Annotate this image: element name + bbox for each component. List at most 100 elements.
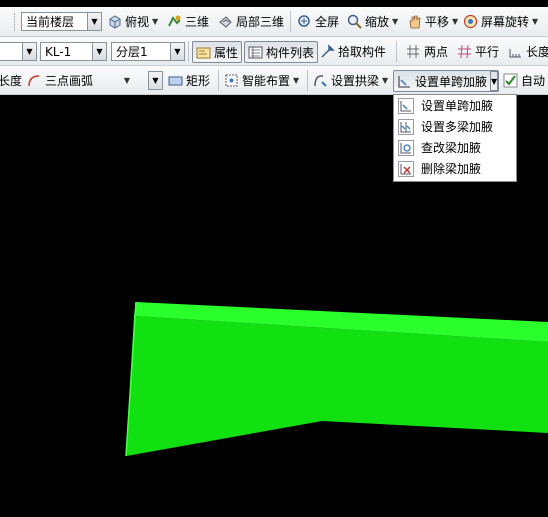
floor-combo[interactable]: 当前楼层 ▼ [21, 12, 102, 31]
pick-member-button[interactable]: 拾取构件 [320, 37, 386, 65]
draw-toolbar: 长度 三点画弧 ▼ ▼ 矩形 智能布置 ▼ 设置拱梁 ▼ 设置单跨加腋 ▼ 自动 [0, 66, 548, 95]
chevron-down-icon[interactable]: ▼ [87, 13, 101, 30]
parallel-button[interactable]: 平行 [457, 37, 500, 65]
member-list-label: 构件列表 [266, 45, 315, 60]
rectangle-icon [168, 73, 183, 88]
pan-label: 平移 [425, 15, 450, 29]
view-toolbar: 当前楼层 ▼ 俯视 ▼ 三维 局部三维 全屏 缩放 ▼ 平移 ▼ 屏幕旋转 ▼ [0, 7, 548, 37]
partial-3d-button[interactable]: 局部三维 [218, 7, 284, 36]
chevron-down-icon[interactable]: ▼ [490, 71, 499, 91]
parallel-icon [457, 44, 472, 59]
full-screen-label: 全屏 [315, 15, 340, 29]
cube-icon [107, 14, 122, 29]
magnifier-icon [347, 14, 362, 29]
properties-button[interactable]: 属性 [192, 41, 243, 63]
layer-combo-value: 分层1 [116, 45, 148, 59]
three-d-button[interactable]: 三维 [167, 7, 209, 36]
smart-layout-label: 智能布置 [242, 74, 291, 88]
screen-rotate-button[interactable]: 屏幕旋转 ▼ [463, 7, 538, 36]
toolbar-separator [218, 70, 219, 91]
menu-item-edit-beam-haunch[interactable]: 查改梁加腋 [394, 137, 516, 158]
member-list-button[interactable]: 构件列表 [244, 41, 319, 63]
full-screen-button[interactable]: 全屏 [297, 7, 339, 36]
beam-top [134, 302, 548, 342]
rectangle-label: 矩形 [186, 74, 211, 88]
pick-icon [320, 44, 335, 59]
toolbar-separator [396, 41, 397, 62]
top-view-button[interactable]: 俯视 ▼ [107, 7, 158, 36]
draw-mode-value: 三点画弧 [45, 74, 94, 88]
pan-button[interactable]: 平移 ▼ [407, 7, 458, 36]
chevron-down-icon: ▼ [452, 17, 459, 26]
chevron-down-icon: ▼ [532, 17, 539, 26]
length-icon [508, 44, 523, 59]
menu-item-label: 设置单跨加腋 [421, 99, 494, 113]
chevron-down-icon: ▼ [123, 76, 130, 85]
toolbar-separator [290, 11, 291, 32]
chevron-down-icon: ▼ [152, 17, 159, 26]
member-combo-value: KL-1 [45, 44, 72, 59]
chevron-down-icon: ▼ [293, 76, 300, 85]
partial-3d-icon [218, 14, 233, 29]
screen-rotate-label: 屏幕旋转 [481, 15, 530, 29]
zoom-button[interactable]: 缩放 ▼ [347, 7, 398, 36]
draw-mode-combo[interactable]: 三点画弧 ▼ ▼ [26, 71, 163, 90]
properties-label: 属性 [214, 45, 239, 60]
length-label: 长度 [526, 45, 548, 59]
delete-haunch-icon [398, 160, 414, 177]
list-icon [248, 45, 263, 60]
arch-beam-icon [313, 73, 328, 88]
toolbar-separator [188, 41, 189, 62]
chevron-down-icon: ▼ [392, 17, 399, 26]
top-view-label: 俯视 [125, 15, 150, 29]
auto-button[interactable]: 自动 [503, 66, 546, 94]
set-haunch-label: 设置单跨加腋 [415, 74, 488, 89]
floor-combo-value: 当前楼层 [26, 15, 75, 29]
set-haunch-button[interactable]: 设置单跨加腋 ▼ [393, 70, 500, 92]
layer-combo[interactable]: 分层1 ▼ [111, 42, 185, 61]
length-button[interactable]: 长度 [508, 37, 548, 65]
three-d-label: 三维 [185, 15, 210, 29]
menu-item-delete-beam-haunch[interactable]: 删除梁加腋 [394, 158, 516, 179]
properties-icon [196, 45, 211, 60]
chevron-down-icon[interactable]: ▼ [22, 43, 36, 60]
menu-item-set-multi-beam-haunch[interactable]: 设置多梁加腋 [394, 116, 516, 137]
check-icon [503, 73, 518, 88]
menu-item-label: 设置多梁加腋 [421, 120, 494, 134]
member-combo[interactable]: KL-1 ▼ [40, 42, 107, 61]
parallel-label: 平行 [475, 45, 500, 59]
set-arch-beam-button[interactable]: 设置拱梁 ▼ [313, 66, 389, 94]
edit-haunch-icon [398, 139, 414, 156]
chevron-down-icon[interactable]: ▼ [148, 71, 163, 90]
rotate-icon [463, 14, 478, 29]
smart-layout-button[interactable]: 智能布置 ▼ [224, 66, 300, 94]
haunch-icon [397, 74, 412, 89]
haunch-dropdown-menu: 设置单跨加腋 设置多梁加腋 查改梁加腋 删除梁加腋 [393, 94, 517, 182]
beam-edge [125, 301, 137, 457]
chevron-down-icon[interactable]: ▼ [92, 43, 106, 60]
two-points-icon [406, 44, 421, 59]
arc-icon [26, 73, 41, 88]
length-text: 长度 [0, 66, 23, 94]
menu-item-label: 查改梁加腋 [421, 141, 482, 155]
single-haunch-icon [398, 97, 414, 114]
menu-item-set-single-span-haunch[interactable]: 设置单跨加腋 [394, 95, 516, 116]
two-points-label: 两点 [424, 45, 449, 59]
chevron-down-icon: ▼ [382, 76, 389, 85]
length-text-label: 长度 [0, 74, 23, 88]
menu-item-label: 删除梁加腋 [421, 162, 482, 176]
rectangle-button[interactable]: 矩形 [168, 66, 211, 94]
auto-label: 自动 [521, 74, 546, 88]
chevron-down-icon[interactable]: ▼ [170, 43, 184, 60]
two-points-button[interactable]: 两点 [406, 37, 449, 65]
toolbar-separator [307, 70, 308, 91]
full-screen-icon [297, 14, 312, 29]
three-d-icon [167, 14, 182, 29]
multi-haunch-icon [398, 118, 414, 135]
set-arch-beam-label: 设置拱梁 [331, 74, 380, 88]
prev-combo[interactable]: ▼ [0, 42, 37, 61]
partial-3d-label: 局部三维 [236, 15, 285, 29]
hand-icon [407, 14, 422, 29]
toolbar-grip[interactable] [14, 13, 18, 31]
beam-face [126, 316, 548, 456]
